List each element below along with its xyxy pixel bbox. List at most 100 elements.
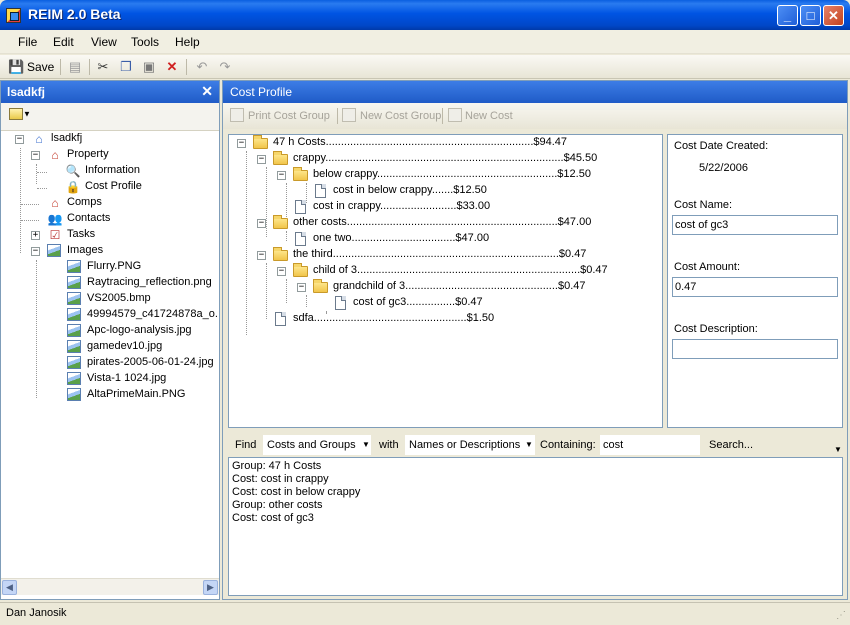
maximize-button[interactable]: □ xyxy=(800,5,821,26)
collapse-toggle[interactable]: − xyxy=(31,151,40,160)
collapse-toggle[interactable]: − xyxy=(297,283,306,292)
scroll-right-arrow-icon[interactable]: ▶ xyxy=(203,580,218,595)
toolbar-separator xyxy=(89,59,90,75)
tasks-icon: ☑ xyxy=(49,228,61,242)
save-icon[interactable]: 💾 xyxy=(8,59,24,75)
document-icon xyxy=(335,296,346,310)
image-file-icon xyxy=(67,356,81,369)
contacts-icon: 👥 xyxy=(47,212,63,226)
chevron-down-icon: ▼ xyxy=(525,440,533,449)
collapse-toggle[interactable]: − xyxy=(257,251,266,260)
folder-icon xyxy=(273,151,288,165)
collapse-toggle[interactable]: − xyxy=(15,135,24,144)
cost-toolbar: Print Cost Group New Cost Group New Cost xyxy=(223,103,847,129)
document-icon xyxy=(315,184,326,198)
cost-profile-header: Cost Profile xyxy=(223,81,847,103)
search-bar: Find Costs and Groups ▼ with Names or De… xyxy=(228,433,843,457)
print-icon[interactable]: ▤ xyxy=(67,59,83,75)
save-button[interactable]: Save xyxy=(27,60,54,74)
collapse-toggle[interactable]: − xyxy=(31,247,40,256)
document-icon xyxy=(295,200,306,214)
explorer-toolbar: ▼ xyxy=(1,103,219,131)
toolbar-separator xyxy=(60,59,61,75)
undo-icon[interactable]: ↶ xyxy=(194,59,210,75)
folder-icon xyxy=(293,263,308,277)
result-item[interactable]: Group: other costs xyxy=(232,499,839,512)
image-file-icon xyxy=(67,308,81,321)
view-mode-dropdown[interactable]: ▼ xyxy=(9,108,35,124)
resize-grip-icon[interactable]: ⋰ xyxy=(836,610,846,621)
cost-amount-field[interactable]: 0.47 xyxy=(672,277,838,297)
comps-icon: ⌂ xyxy=(51,196,59,210)
paste-icon[interactable]: ▣ xyxy=(141,59,157,75)
information-icon: 🔍 xyxy=(65,164,81,178)
chevron-down-icon: ▼ xyxy=(362,440,370,449)
expand-toggle[interactable]: + xyxy=(31,231,40,240)
new-cost-group-button[interactable]: New Cost Group xyxy=(360,110,441,122)
close-button[interactable]: ✕ xyxy=(823,5,844,26)
containing-label: Containing: xyxy=(540,439,596,451)
collapse-toggle[interactable]: − xyxy=(237,139,246,148)
folder-icon xyxy=(253,135,268,149)
search-field-dropdown[interactable]: Names or Descriptions ▼ xyxy=(405,435,535,455)
status-bar: Dan Janosik ⋰ xyxy=(0,602,850,625)
collapse-toggle[interactable]: − xyxy=(277,267,286,276)
with-label: with xyxy=(379,439,399,451)
lock-icon: 🔒 xyxy=(65,180,81,194)
horizontal-scrollbar[interactable]: ◀ ▶ xyxy=(1,578,219,595)
menu-edit[interactable]: Edit xyxy=(53,35,74,49)
image-file-icon xyxy=(67,324,81,337)
collapse-toggle[interactable]: − xyxy=(257,219,266,228)
search-options-dropdown-icon[interactable]: ▼ xyxy=(834,445,842,454)
close-panel-icon[interactable]: ✕ xyxy=(201,83,213,100)
folder-icon xyxy=(273,215,288,229)
folder-icon xyxy=(273,247,288,261)
cost-date-value: 5/22/2006 xyxy=(699,162,748,174)
explorer-tree: − ⌂ lsadkfj − ⌂ Property 🔍 Information 🔒… xyxy=(15,132,218,401)
menu-view[interactable]: View xyxy=(91,35,117,49)
cost-date-label: Cost Date Created: xyxy=(674,140,769,152)
collapse-toggle[interactable]: − xyxy=(257,155,266,164)
image-file-icon xyxy=(67,260,81,273)
menu-bar: File Edit View Tools Help xyxy=(0,30,850,54)
menu-tools[interactable]: Tools xyxy=(131,35,159,49)
search-button[interactable]: Search... xyxy=(709,439,753,451)
cost-name-field[interactable]: cost of gc3 xyxy=(672,215,838,235)
search-input[interactable]: cost xyxy=(600,435,700,455)
window-title: REIM 2.0 Beta xyxy=(28,6,121,22)
house-icon: ⌂ xyxy=(51,148,59,162)
image-file-icon xyxy=(67,372,81,385)
cost-profile-title: Cost Profile xyxy=(230,85,293,99)
document-icon xyxy=(295,232,306,246)
cost-description-label: Cost Description: xyxy=(674,323,758,335)
result-item[interactable]: Group: 47 h Costs xyxy=(232,460,839,473)
result-item[interactable]: Cost: cost in below crappy xyxy=(232,486,839,499)
print-cost-group-button[interactable]: Print Cost Group xyxy=(248,110,330,122)
document-icon xyxy=(275,312,286,326)
collapse-toggle[interactable]: − xyxy=(277,171,286,180)
menu-help[interactable]: Help xyxy=(175,35,200,49)
image-file-icon xyxy=(67,276,81,289)
folder-icon xyxy=(313,279,328,293)
find-label: Find xyxy=(235,439,257,451)
title-bar[interactable]: REIM 2.0 Beta _ □ ✕ xyxy=(0,0,850,30)
status-user: Dan Janosik xyxy=(6,607,67,619)
copy-icon[interactable]: ❐ xyxy=(118,59,134,75)
toolbar-separator xyxy=(337,108,338,124)
print-icon xyxy=(230,108,244,122)
folder-add-icon xyxy=(342,108,356,122)
scroll-left-arrow-icon[interactable]: ◀ xyxy=(2,580,17,595)
new-cost-button[interactable]: New Cost xyxy=(465,110,513,122)
delete-icon[interactable]: ✕ xyxy=(164,59,180,75)
redo-icon[interactable]: ↷ xyxy=(217,59,233,75)
cost-details-panel: Cost Date Created: 5/22/2006 Cost Name: … xyxy=(667,134,843,428)
cut-icon[interactable]: ✂ xyxy=(95,59,111,75)
result-item[interactable]: Cost: cost in crappy xyxy=(232,473,839,486)
result-item[interactable]: Cost: cost of gc3 xyxy=(232,512,839,525)
find-type-dropdown[interactable]: Costs and Groups ▼ xyxy=(263,435,371,455)
menu-file[interactable]: File xyxy=(18,35,37,49)
main-toolbar: 💾 Save ▤ ✂ ❐ ▣ ✕ ↶ ↷ xyxy=(0,55,850,79)
minimize-button[interactable]: _ xyxy=(777,5,798,26)
cost-name-label: Cost Name: xyxy=(674,199,733,211)
cost-description-field[interactable] xyxy=(672,339,838,359)
